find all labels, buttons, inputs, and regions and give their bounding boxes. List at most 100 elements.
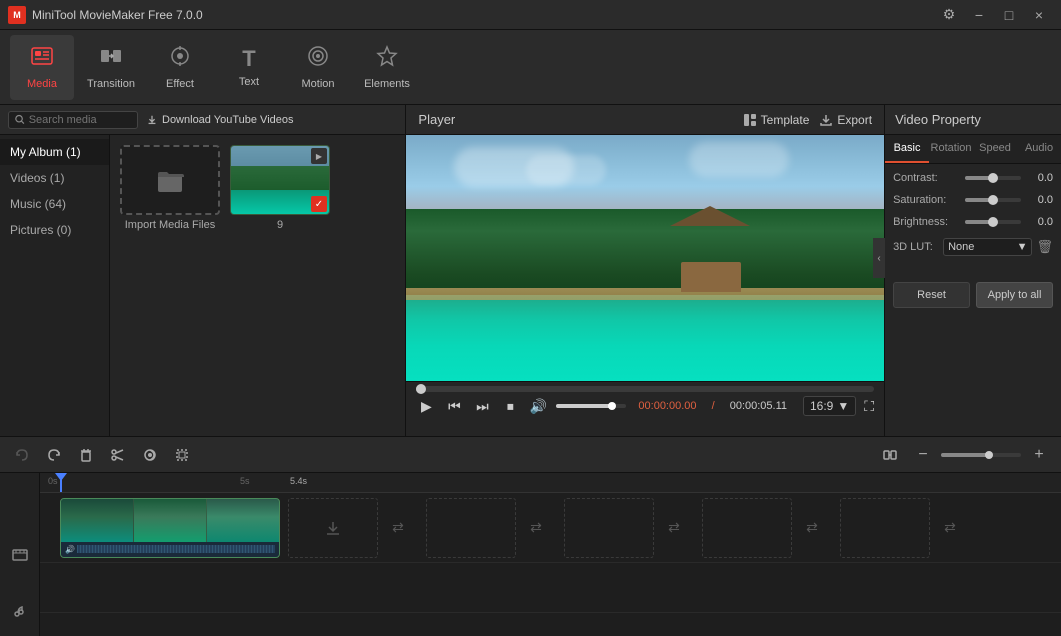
timeline-slot-4[interactable] xyxy=(702,498,792,558)
import-thumb xyxy=(120,145,220,215)
property-body: Contrast: 0.0 Saturation: 0.0 Brightness… xyxy=(885,164,1061,272)
zoom-out-btn[interactable]: − xyxy=(909,441,937,469)
toolbar-media[interactable]: Media xyxy=(10,35,74,100)
search-icon xyxy=(15,114,25,125)
clip-thumbnails xyxy=(61,499,279,544)
titlebar: M MiniTool MovieMaker Free 7.0.0 ⚙ − □ × xyxy=(0,0,1061,30)
category-videos[interactable]: Videos (1) xyxy=(0,165,109,191)
elements-icon xyxy=(375,44,399,74)
time-current: 00:00:00.00 xyxy=(638,400,696,412)
timeline-slot-5[interactable] xyxy=(840,498,930,558)
trash-icon xyxy=(78,447,94,463)
maximize-btn[interactable]: □ xyxy=(995,4,1023,26)
toolbar: Media Transition Effect T Text xyxy=(0,30,1061,105)
music-track-row xyxy=(40,563,1061,613)
saturation-slider[interactable] xyxy=(965,198,1021,202)
timeline-arrow-2: ⇄ xyxy=(516,498,556,558)
brightness-slider[interactable] xyxy=(965,220,1021,224)
progress-dot xyxy=(416,384,426,394)
app-icon: M xyxy=(8,6,26,24)
playhead[interactable] xyxy=(60,473,62,492)
category-album[interactable]: My Album (1) xyxy=(0,139,109,165)
import-media-item[interactable]: Import Media Files xyxy=(120,145,220,231)
player-header: Player Template Export xyxy=(406,105,884,135)
toolbar-text[interactable]: T Text xyxy=(217,35,281,100)
collapse-panel-btn[interactable]: ‹ xyxy=(873,238,885,278)
video-track-icon xyxy=(8,543,32,567)
music-track-icon xyxy=(8,597,32,621)
lut-delete-btn[interactable]: 🗑 xyxy=(1036,239,1053,255)
scene-icon xyxy=(883,447,899,463)
crop-btn[interactable] xyxy=(168,441,196,469)
redo-btn[interactable] xyxy=(40,441,68,469)
undo-icon xyxy=(14,447,30,463)
split-btn[interactable] xyxy=(104,441,132,469)
search-box[interactable] xyxy=(8,111,138,129)
download-youtube-btn[interactable]: Download YouTube Videos xyxy=(146,114,294,126)
saturation-dot xyxy=(988,195,998,205)
apply-all-btn[interactable]: Apply to all xyxy=(976,282,1053,308)
transition-icon xyxy=(99,44,123,74)
tab-rotation[interactable]: Rotation xyxy=(929,135,973,163)
volume-slider[interactable] xyxy=(556,404,626,408)
zoom-slider[interactable] xyxy=(941,453,1021,457)
minimize-btn[interactable]: − xyxy=(965,4,993,26)
category-pictures[interactable]: Pictures (0) xyxy=(0,217,109,243)
settings-btn[interactable]: ⚙ xyxy=(935,4,963,26)
brightness-label: Brightness: xyxy=(893,216,965,228)
export-btn[interactable]: Export xyxy=(819,113,872,127)
contrast-value: 0.0 xyxy=(1025,172,1053,184)
download-label: Download YouTube Videos xyxy=(162,114,294,126)
right-panel: Video Property Basic Rotation Speed Audi… xyxy=(884,105,1061,436)
lut-row: 3D LUT: None ▼ 🗑 xyxy=(893,238,1053,256)
search-input[interactable] xyxy=(29,114,131,126)
close-btn[interactable]: × xyxy=(1025,4,1053,26)
volume-btn[interactable]: 🔊 xyxy=(528,396,548,416)
progress-bar[interactable] xyxy=(416,386,874,392)
audio-icon xyxy=(142,447,158,463)
aspect-ratio-selector[interactable]: 16:9 ▼ xyxy=(803,396,856,416)
contrast-row: Contrast: 0.0 xyxy=(893,172,1053,184)
export-icon xyxy=(819,113,833,127)
fullscreen-btn[interactable]: ⛶ xyxy=(864,398,874,415)
category-music[interactable]: Music (64) xyxy=(0,191,109,217)
contrast-label: Contrast: xyxy=(893,172,965,184)
zoom-fill xyxy=(941,453,989,457)
video-type-badge: ▶ xyxy=(311,148,327,164)
toolbar-transition[interactable]: Transition xyxy=(79,35,143,100)
timeline-arrow-3: ⇄ xyxy=(654,498,694,558)
text-icon: T xyxy=(242,46,255,72)
delete-btn[interactable] xyxy=(72,441,100,469)
video-clip[interactable]: 🔊 xyxy=(60,498,280,558)
timeline-slot-3[interactable] xyxy=(564,498,654,558)
tab-audio[interactable]: Audio xyxy=(1017,135,1061,163)
forward-btn[interactable]: ⏭ xyxy=(472,396,492,416)
tab-speed[interactable]: Speed xyxy=(973,135,1017,163)
contrast-slider[interactable] xyxy=(965,176,1021,180)
play-btn[interactable]: ▶ xyxy=(416,396,436,416)
audio-btn[interactable] xyxy=(136,441,164,469)
timeline-slot-2[interactable] xyxy=(426,498,516,558)
reset-btn[interactable]: Reset xyxy=(893,282,970,308)
time-total: 00:00:05.11 xyxy=(730,400,787,412)
video-media-item[interactable]: ▶ ✓ 9 xyxy=(230,145,330,231)
lut-select[interactable]: None ▼ xyxy=(943,238,1032,256)
scene-detect-btn[interactable] xyxy=(877,441,905,469)
tab-basic[interactable]: Basic xyxy=(885,135,929,163)
template-icon xyxy=(743,113,757,127)
saturation-label: Saturation: xyxy=(893,194,965,206)
panel-title: Video Property xyxy=(885,105,1061,135)
player-header-actions: Template Export xyxy=(743,113,872,127)
lut-label: 3D LUT: xyxy=(893,241,943,253)
template-btn[interactable]: Template xyxy=(743,113,810,127)
undo-btn[interactable] xyxy=(8,441,36,469)
stop-btn[interactable]: ⏹ xyxy=(500,396,520,416)
saturation-row: Saturation: 0.0 xyxy=(893,194,1053,206)
toolbar-effect[interactable]: Effect xyxy=(148,35,212,100)
toolbar-motion[interactable]: Motion xyxy=(286,35,350,100)
rewind-btn[interactable]: ⏮ xyxy=(444,396,464,416)
toolbar-elements[interactable]: Elements xyxy=(355,35,419,100)
zoom-in-btn[interactable]: + xyxy=(1025,441,1053,469)
timeline-slot-1[interactable] xyxy=(288,498,378,558)
ruler-start: 0s xyxy=(48,476,58,486)
